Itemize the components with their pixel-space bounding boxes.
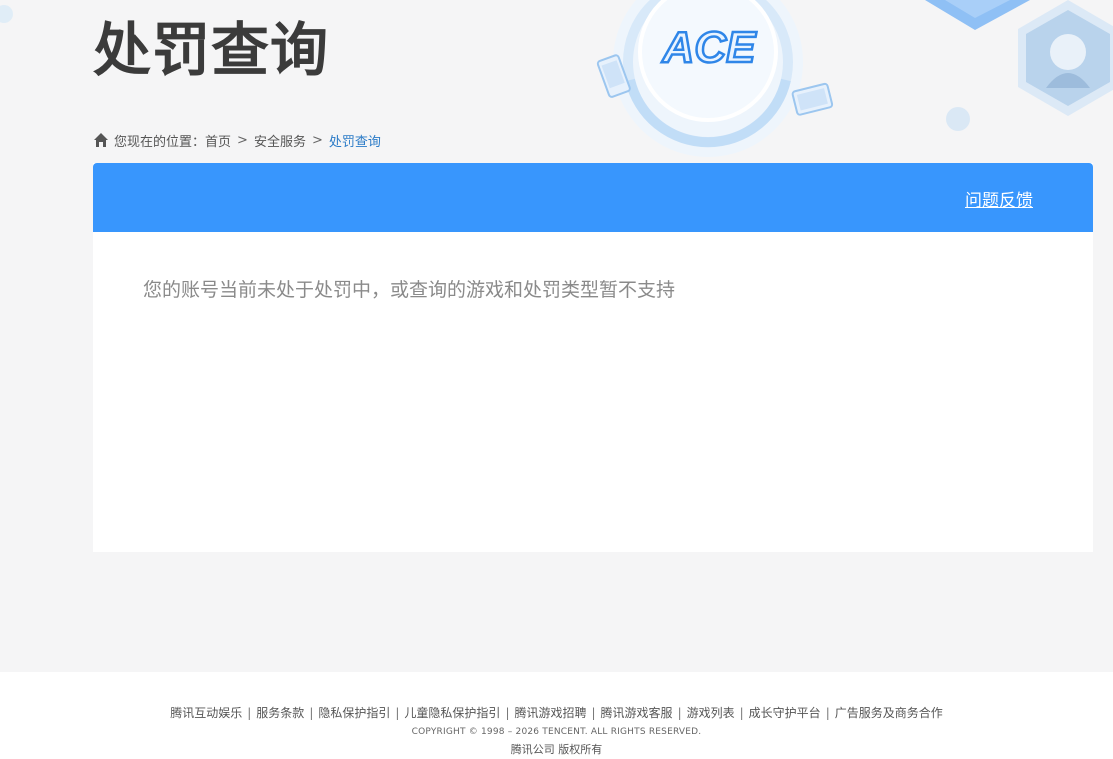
breadcrumb: 您现在的位置： 首页 > 安全服务 > 处罚查询 [93, 130, 381, 150]
ace-logo: ACE [655, 22, 763, 74]
footer-link-privacy[interactable]: 隐私保护指引 [318, 704, 390, 721]
feedback-link[interactable]: 问题反馈 [965, 186, 1033, 211]
footer-divider: | [825, 705, 830, 720]
footer-links: 腾讯互动娱乐 | 服务条款 | 隐私保护指引 | 儿童隐私保护指引 | 腾讯游戏… [0, 704, 1113, 721]
breadcrumb-home-link[interactable]: 首页 [205, 131, 231, 150]
footer-divider: | [591, 705, 596, 720]
home-icon [94, 133, 108, 147]
ace-logo-icon: ACE [660, 22, 758, 74]
footer-divider: | [505, 705, 510, 720]
footer-link-tencent-games[interactable]: 腾讯互动娱乐 [170, 704, 242, 721]
ace-logo-text: ACE [662, 23, 758, 70]
panel-header: 问题反馈 [93, 163, 1093, 232]
footer-link-support[interactable]: 腾讯游戏客服 [601, 704, 673, 721]
copyright-text: COPYRIGHT © 1998 – 2026 TENCENT. ALL RIG… [411, 727, 702, 737]
breadcrumb-separator: > [237, 132, 248, 148]
query-result-panel: 问题反馈 您的账号当前未处于处罚中，或查询的游戏和处罚类型暂不支持 [93, 163, 1093, 552]
footer-link-guardian[interactable]: 成长守护平台 [749, 704, 821, 721]
footer: 腾讯互动娱乐 | 服务条款 | 隐私保护指引 | 儿童隐私保护指引 | 腾讯游戏… [0, 672, 1113, 759]
company-text: 腾讯公司 版权所有 [510, 743, 603, 756]
footer-divider: | [247, 705, 252, 720]
footer-divider: | [395, 705, 400, 720]
footer-link-advertising[interactable]: 广告服务及商务合作 [835, 704, 943, 721]
breadcrumb-current: 处罚查询 [328, 134, 381, 150]
breadcrumb-prefix: 您现在的位置： [114, 134, 206, 150]
footer-link-game-list[interactable]: 游戏列表 [687, 704, 735, 721]
page-title: 处罚查询 [93, 16, 330, 84]
breadcrumb-separator: > [311, 132, 323, 148]
footer-divider: | [309, 705, 314, 720]
result-message: 您的账号当前未处于处罚中，或查询的游戏和处罚类型暂不支持 [143, 279, 676, 301]
footer-link-child-privacy[interactable]: 儿童隐私保护指引 [404, 704, 500, 721]
footer-link-terms[interactable]: 服务条款 [256, 704, 304, 721]
footer-divider: | [677, 705, 682, 720]
footer-link-jobs[interactable]: 腾讯游戏招聘 [514, 704, 586, 721]
footer-divider: | [739, 705, 744, 720]
breadcrumb-security-link[interactable]: 安全服务 [254, 131, 306, 150]
